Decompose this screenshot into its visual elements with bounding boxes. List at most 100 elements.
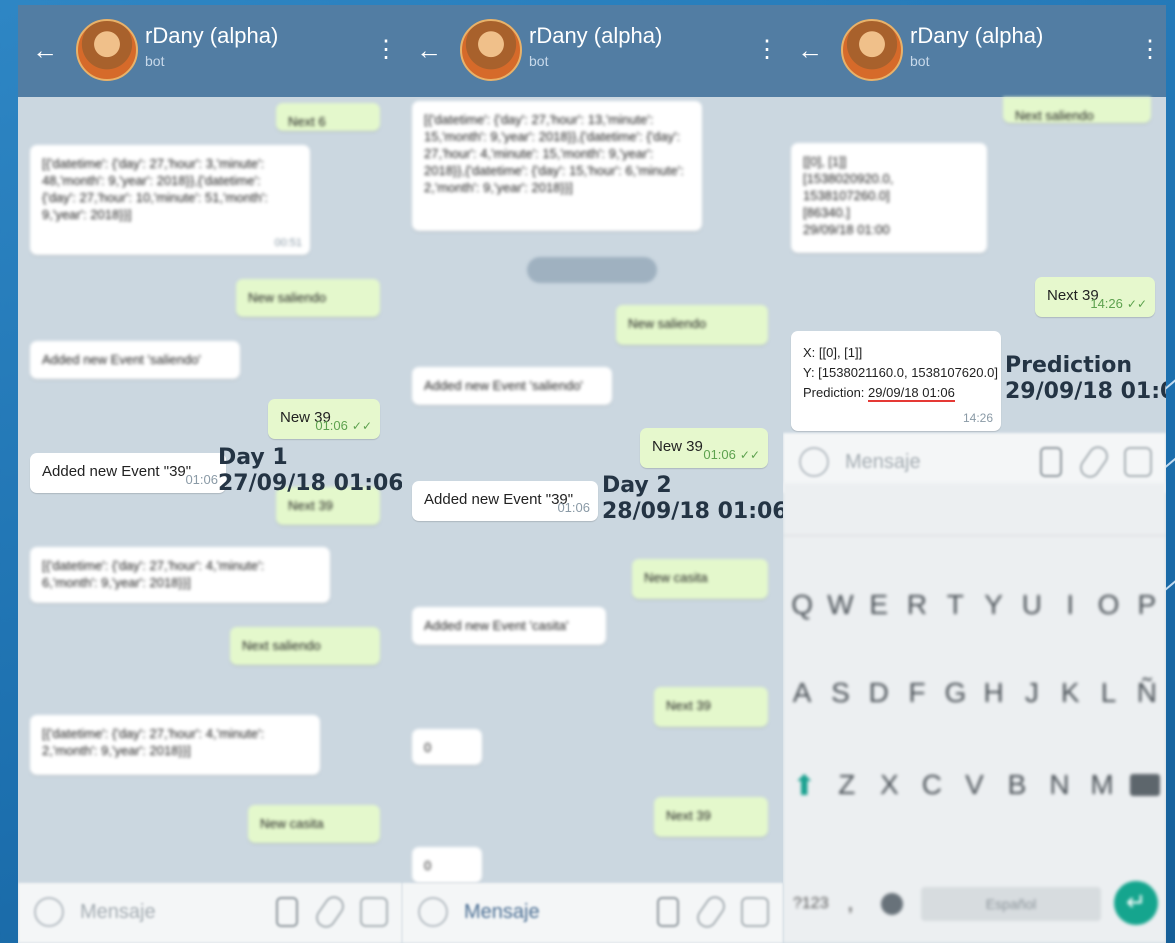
avatar[interactable] [460,19,522,81]
emoji-icon[interactable] [34,897,64,927]
back-arrow-icon[interactable]: ← [797,35,827,65]
back-arrow-icon[interactable]: ← [32,35,62,65]
phone-screenshot-day2: ← rDany (alpha) bot ⋮ [{'datetime': {'da… [402,5,783,943]
message-incoming: [[0], [1]] [1538020920.0, 1538107260.0] … [791,143,987,253]
message-text: Y: [1538021160.0, 1538107620.0] [803,365,998,380]
emoji-icon[interactable] [418,897,448,927]
message-incoming-prediction: X: [[0], [1]] Y: [1538021160.0, 15381076… [791,331,1001,431]
key-p[interactable]: P [1132,589,1162,621]
keyboard-suggestion-bar [783,483,1166,536]
key-n[interactable]: N [1045,769,1075,801]
double-check-icon: ✓✓ [739,448,760,462]
comma-key[interactable]: , [847,889,854,917]
key-v[interactable]: V [959,769,989,801]
key-q[interactable]: Q [787,589,817,621]
key-c[interactable]: C [917,769,947,801]
message-text: New casita [644,570,708,585]
key-h[interactable]: H [979,677,1009,709]
space-key[interactable]: Español [921,887,1101,921]
message-text: Next 6 [288,114,326,129]
phone-screenshot-prediction: ← rDany (alpha) bot ⋮ Next saliendo [[0]… [783,5,1166,943]
send-key-icon[interactable]: ↵ [1114,881,1158,925]
back-arrow-icon[interactable]: ← [416,35,446,65]
message-outgoing: Next 6 [276,103,380,131]
menu-icon[interactable]: ⋮ [1138,35,1162,65]
key-f[interactable]: F [902,677,932,709]
menu-icon[interactable]: ⋮ [374,35,398,65]
date-divider [527,257,657,283]
key-u[interactable]: U [1017,589,1047,621]
backspace-icon[interactable] [1129,774,1160,796]
message-input[interactable]: Mensaje [80,901,156,924]
slide: ← rDany (alpha) bot ⋮ Next 6 [{'datetime… [0,0,1175,943]
key-n-tilde[interactable]: Ñ [1132,677,1162,709]
symbols-key[interactable]: ?123 [793,895,829,913]
shift-key-icon[interactable]: ⬆ [789,769,819,802]
avatar[interactable] [841,19,903,81]
key-j[interactable]: J [1017,677,1047,709]
message-text: X: [[0], [1]] [803,345,863,360]
message-outgoing: New casita [632,559,768,599]
key-m[interactable]: M [1087,769,1117,801]
message-input-bar: Mensaje [18,883,402,943]
message-text: Prediction: [803,385,869,400]
command-icon[interactable] [657,897,679,927]
message-input[interactable]: Mensaje [464,901,540,924]
label-line: 27/09/18 01:06 [218,471,402,496]
message-incoming: [{'datetime': {'day': 27,'hour': 4,'minu… [30,715,320,775]
message-text: New saliendo [248,290,327,305]
key-b[interactable]: B [1002,769,1032,801]
message-text: Added new Event 'casita' [424,618,569,633]
chat-subtitle: bot [910,53,930,69]
key-t[interactable]: T [940,589,970,621]
key-r[interactable]: R [902,589,932,621]
message-incoming: [{'datetime': {'day': 27,'hour': 4,'minu… [30,547,330,603]
command-icon[interactable] [1040,447,1062,477]
key-w[interactable]: W [825,589,855,621]
key-z[interactable]: Z [832,769,862,801]
key-e[interactable]: E [864,589,894,621]
chat-area: Next 6 [{'datetime': {'day': 27,'hour': … [18,97,402,883]
key-o[interactable]: O [1094,589,1124,621]
key-g[interactable]: G [940,677,970,709]
message-time: 01:06 [703,447,736,462]
chat-subtitle: bot [529,53,549,69]
command-icon[interactable] [276,897,298,927]
key-l[interactable]: L [1094,677,1124,709]
key-y[interactable]: Y [979,589,1009,621]
attach-icon[interactable] [312,892,348,932]
message-text: 29/09/18 01:00 [803,222,890,237]
camera-icon[interactable] [1124,447,1152,477]
message-input[interactable]: Mensaje [845,451,921,474]
message-outgoing-next-39: Next 39 14:26 ✓✓ [1035,277,1155,317]
attach-icon[interactable] [693,892,729,932]
keyboard-row-2: A S D F G H J K L Ñ [783,663,1166,723]
message-outgoing: Next 39 [654,687,768,727]
message-incoming: 0 [412,729,482,765]
key-s[interactable]: S [825,677,855,709]
label-line: 29/09/18 01:06 [1005,379,1166,404]
key-i[interactable]: I [1055,589,1085,621]
emoji-key-icon[interactable] [881,893,903,915]
message-outgoing: Next saliendo [230,627,380,665]
message-text: [86340.] [803,205,850,220]
emoji-icon[interactable] [799,447,829,477]
message-outgoing: Next saliendo [1003,97,1151,123]
avatar[interactable] [76,19,138,81]
key-x[interactable]: X [874,769,904,801]
message-incoming: [{'datetime': {'day': 27,'hour': 13,'min… [412,101,702,231]
chat-subtitle: bot [145,53,165,69]
message-time: 14:26 [1090,296,1123,311]
message-outgoing: New casita [248,805,380,843]
message-time: 01:06 [315,418,348,433]
menu-icon[interactable]: ⋮ [755,35,779,65]
message-text: [{'datetime': {'day': 27,'hour': 4,'minu… [42,558,265,590]
attach-icon[interactable] [1076,442,1112,482]
message-time: 01:06 [557,500,590,515]
key-a[interactable]: A [787,677,817,709]
key-k[interactable]: K [1055,677,1085,709]
message-time: 01:06 [185,472,218,487]
key-d[interactable]: D [864,677,894,709]
camera-icon[interactable] [741,897,769,927]
camera-icon[interactable] [360,897,388,927]
